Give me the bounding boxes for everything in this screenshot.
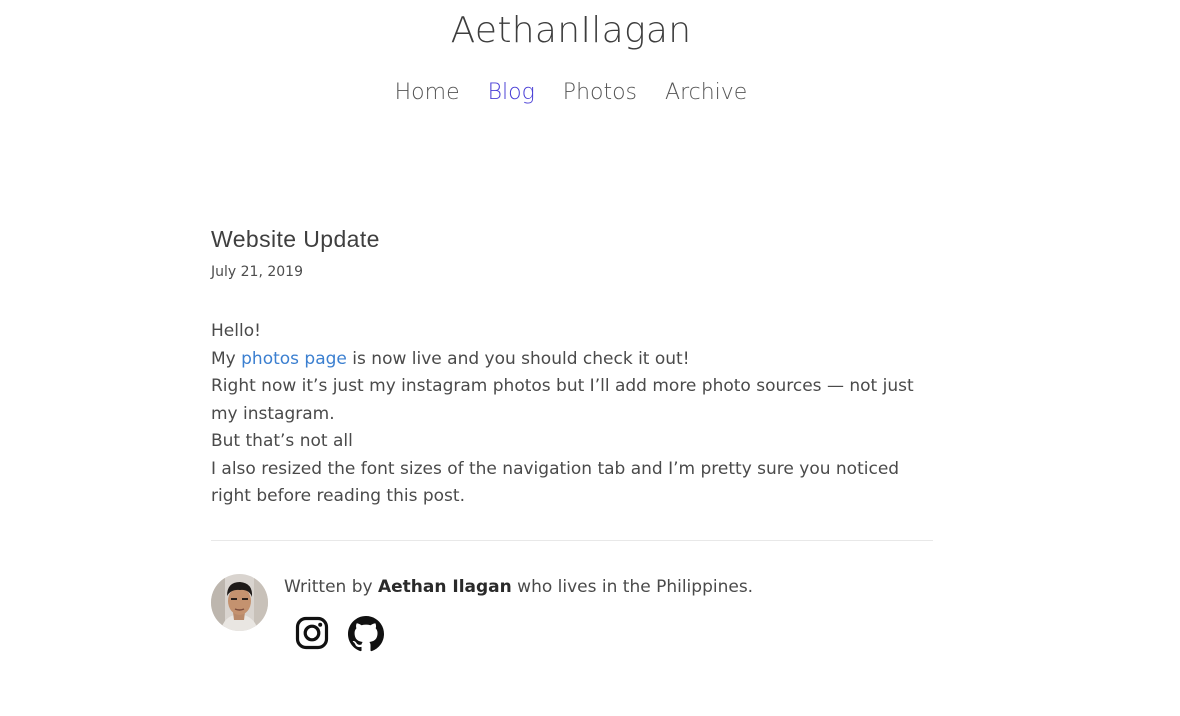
post-paragraph-5: I also resized the font sizes of the nav… bbox=[211, 458, 900, 507]
post-body: Hello! My photos page is now live and yo… bbox=[211, 318, 933, 511]
nav-photos[interactable]: Photos bbox=[563, 80, 637, 105]
instagram-icon[interactable] bbox=[295, 616, 329, 656]
main-nav: Home Blog Photos Archive bbox=[0, 80, 1142, 105]
byline-prefix: Written by bbox=[284, 577, 378, 597]
post-date: July 21, 2019 bbox=[211, 264, 303, 280]
post-paragraph-2: My photos page is now live and you shoul… bbox=[211, 346, 933, 374]
post-text: My bbox=[211, 348, 242, 369]
photos-page-link[interactable]: photos page bbox=[241, 349, 347, 369]
github-icon[interactable] bbox=[348, 616, 384, 656]
divider bbox=[211, 540, 933, 541]
byline-suffix: who lives in the Philippines. bbox=[511, 577, 754, 597]
post-text: is now live and you should check it out! bbox=[346, 348, 690, 369]
nav-blog[interactable]: Blog bbox=[488, 80, 535, 105]
site-title[interactable]: AethanIlagan bbox=[0, 10, 1142, 51]
blog-post: Website Update July 21, 2019 Hello! My p… bbox=[211, 226, 933, 511]
author-byline: Written by Aethan Ilagan who lives in th… bbox=[284, 577, 753, 597]
post-paragraph-1: Hello! bbox=[211, 321, 261, 341]
nav-archive[interactable]: Archive bbox=[665, 80, 747, 105]
nav-home[interactable]: Home bbox=[395, 80, 460, 105]
post-paragraph-3: Right now it’s just my instagram photos … bbox=[211, 376, 914, 424]
avatar bbox=[211, 574, 268, 631]
post-paragraph-4: But that’s not all bbox=[211, 431, 353, 451]
social-links bbox=[295, 616, 384, 656]
post-title: Website Update bbox=[211, 226, 380, 252]
author-name: Aethan Ilagan bbox=[377, 577, 512, 597]
